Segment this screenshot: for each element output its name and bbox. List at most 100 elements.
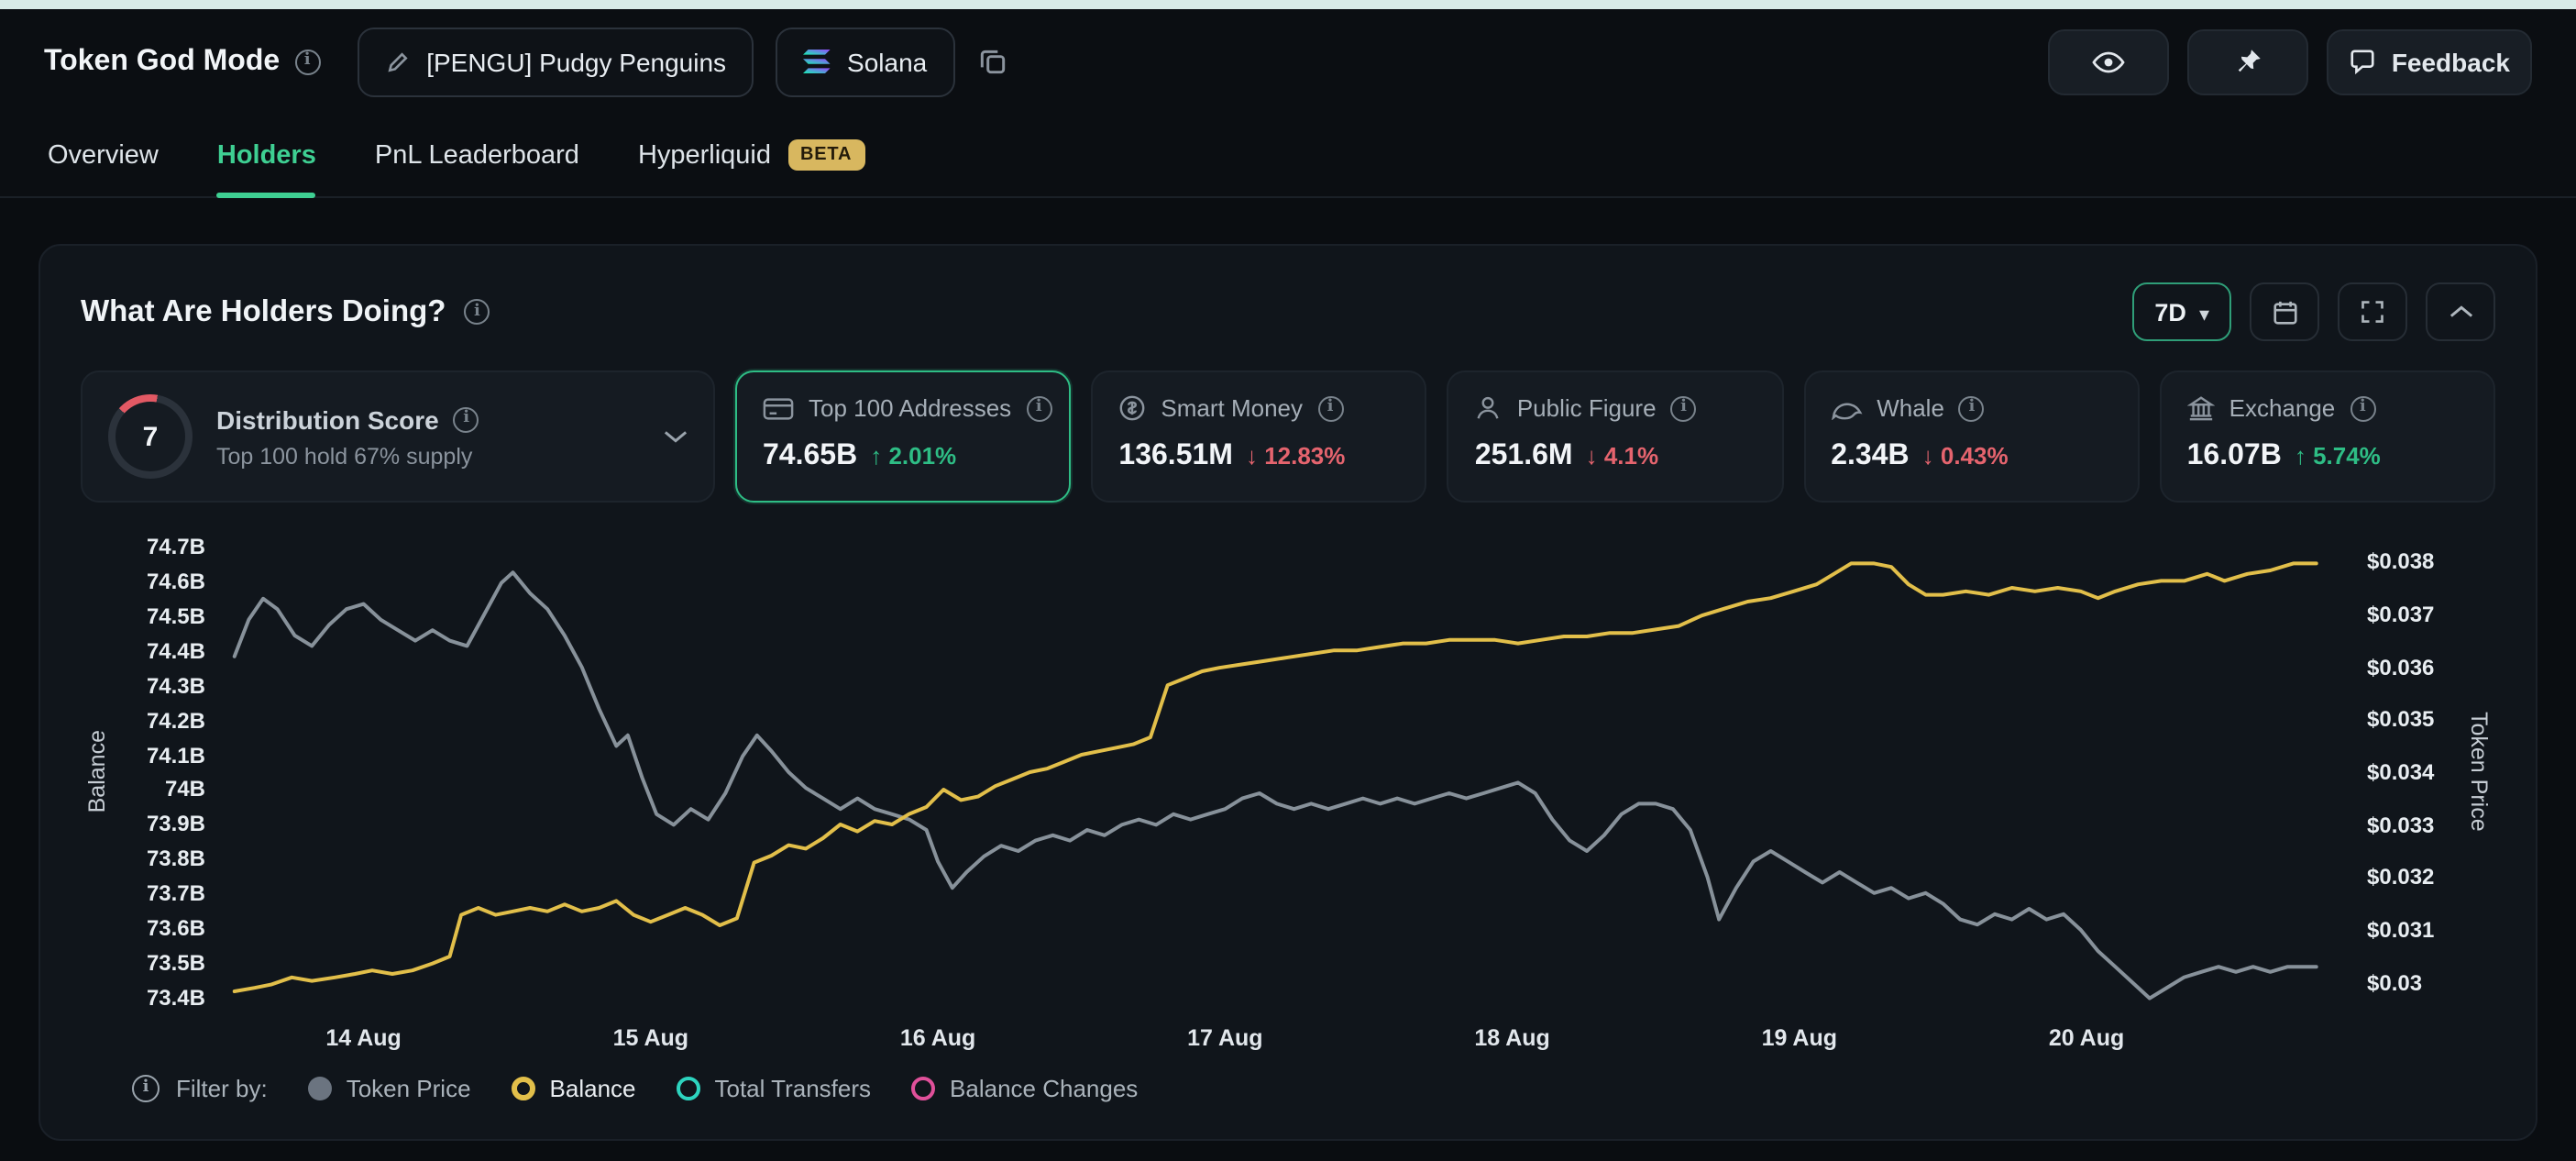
- chart-svg: [220, 536, 2345, 1009]
- x-axis-tick: 15 Aug: [581, 1025, 721, 1051]
- watchlist-button[interactable]: [2049, 28, 2170, 94]
- stat-change: ↑ 2.01%: [870, 442, 956, 470]
- calendar-icon: [2271, 298, 2298, 326]
- stat-value: 136.51M: [1118, 440, 1233, 473]
- time-range-selector[interactable]: 7D: [2132, 282, 2231, 341]
- tab-pnl-leaderboard[interactable]: PnL Leaderboard: [375, 114, 579, 196]
- calendar-button[interactable]: [2250, 282, 2319, 341]
- axis-tick: $0.031: [2367, 915, 2434, 945]
- balance-changes-dot-icon: [911, 1077, 935, 1100]
- stat-change: ↓ 0.43%: [1922, 442, 2009, 470]
- feedback-button[interactable]: Feedback: [2328, 28, 2532, 94]
- holders-panel: What Are Holders Doing? 7D: [39, 244, 2537, 1141]
- filter-balance-changes[interactable]: Balance Changes: [911, 1075, 1138, 1102]
- stat-value: 74.65B: [763, 440, 857, 473]
- smart-money-icon: [1118, 394, 1146, 422]
- solana-logo-icon: [803, 50, 831, 73]
- fullscreen-button[interactable]: [2338, 282, 2407, 341]
- filter-row: Filter by: Token Price Balance Total Tra…: [81, 1075, 2495, 1102]
- info-icon: [132, 1075, 160, 1102]
- axis-tick: 73.4B: [147, 984, 205, 1013]
- token-selector-pill[interactable]: [PENGU] Pudgy Penguins: [357, 27, 754, 96]
- info-icon: [294, 49, 320, 74]
- axis-tick: 73.8B: [147, 845, 205, 874]
- chevron-down-icon: [2199, 298, 2209, 326]
- stat-change: ↓ 12.83%: [1246, 442, 1345, 470]
- tab-overview[interactable]: Overview: [48, 114, 159, 196]
- feedback-label: Feedback: [2392, 47, 2510, 76]
- exchange-icon: [2187, 394, 2215, 422]
- axis-tick: $0.034: [2367, 757, 2434, 787]
- y-axis-left: 74.7B74.6B74.5B74.4B74.3B74.2B74.1B74B73…: [114, 536, 220, 1009]
- holders-chart: Balance 74.7B74.6B74.5B74.4B74.3B74.2B74…: [81, 536, 2495, 1056]
- axis-tick: 74.1B: [147, 740, 205, 769]
- axis-tick: $0.038: [2367, 547, 2434, 577]
- token-pill-label: [PENGU] Pudgy Penguins: [426, 47, 726, 76]
- copy-icon[interactable]: [976, 46, 1007, 77]
- stats-row: 7 Distribution Score Top 100 hold 67% su…: [81, 370, 2495, 503]
- tab-holders[interactable]: Holders: [217, 114, 316, 196]
- axis-tick: 73.5B: [147, 949, 205, 979]
- axis-tick: 73.9B: [147, 810, 205, 839]
- distribution-score-gauge: 7: [108, 394, 193, 479]
- header-actions: Feedback: [2049, 28, 2532, 94]
- stat-value: 16.07B: [2187, 440, 2282, 473]
- chat-icon: [2350, 48, 2377, 75]
- app: Token God Mode [PENGU] Pudgy Penguins So…: [0, 0, 2576, 1161]
- stat-card-top-100-addresses[interactable]: Top 100 Addresses 74.65B ↑ 2.01%: [735, 370, 1071, 503]
- collapse-button[interactable]: [2426, 282, 2495, 341]
- x-axis-tick: 16 Aug: [868, 1025, 1007, 1051]
- tab-bar: Overview Holders PnL Leaderboard Hyperli…: [0, 114, 2576, 198]
- panel-header: What Are Holders Doing? 7D: [81, 282, 2495, 341]
- axis-tick: 74.6B: [147, 566, 205, 595]
- info-icon: [1317, 395, 1343, 421]
- y-axis-left-title: Balance: [81, 536, 114, 1009]
- stat-value: 251.6M: [1475, 440, 1573, 473]
- tab-hyperliquid[interactable]: Hyperliquid BETA: [638, 114, 864, 196]
- chain-selector-pill[interactable]: Solana: [776, 27, 954, 96]
- total-transfers-dot-icon: [677, 1077, 700, 1100]
- y-axis-right-title: Token Price: [2462, 536, 2495, 1009]
- axis-tick: $0.036: [2367, 652, 2434, 681]
- plot-area: [220, 536, 2345, 1009]
- distribution-score-value: 7: [108, 394, 193, 479]
- chevron-up-icon: [2449, 304, 2472, 319]
- x-axis-tick: 20 Aug: [2017, 1025, 2156, 1051]
- card-icon: [763, 395, 794, 421]
- stat-card-public-figure[interactable]: Public Figure 251.6M ↓ 4.1%: [1448, 370, 1783, 503]
- axis-tick: $0.037: [2367, 600, 2434, 629]
- filter-token-price[interactable]: Token Price: [308, 1075, 471, 1102]
- balance-line: [235, 563, 2317, 991]
- stat-card-exchange[interactable]: Exchange 16.07B ↑ 5.74%: [2160, 370, 2495, 503]
- time-range-value: 7D: [2154, 298, 2186, 326]
- token-price-line: [235, 572, 2317, 998]
- expand-icon: [2360, 299, 2385, 325]
- axis-tick: 74.4B: [147, 636, 205, 665]
- axis-tick: $0.03: [2367, 968, 2422, 997]
- distribution-score-subtitle: Top 100 hold 67% supply: [216, 443, 640, 469]
- chain-pill-label: Solana: [847, 47, 927, 76]
- stat-card-whale[interactable]: Whale 2.34B ↓ 0.43%: [1803, 370, 2139, 503]
- public-figure-icon: [1475, 394, 1503, 422]
- y-axis-right: $0.038$0.037$0.036$0.035$0.034$0.033$0.0…: [2345, 536, 2462, 1009]
- axis-tick: 74.5B: [147, 601, 205, 630]
- axis-tick: 74.7B: [147, 531, 205, 560]
- info-icon: [2350, 395, 2375, 421]
- stat-card-smart-money[interactable]: Smart Money 136.51M ↓ 12.83%: [1091, 370, 1426, 503]
- filter-total-transfers[interactable]: Total Transfers: [677, 1075, 872, 1102]
- filter-balance[interactable]: Balance: [512, 1075, 636, 1102]
- axis-tick: 74.3B: [147, 670, 205, 700]
- axis-tick: 73.6B: [147, 914, 205, 944]
- x-axis-tick: 18 Aug: [1443, 1025, 1582, 1051]
- stat-value: 2.34B: [1831, 440, 1909, 473]
- page-title: Token God Mode: [44, 45, 280, 78]
- distribution-score-title: Distribution Score: [216, 404, 439, 434]
- balance-dot-icon: [512, 1077, 535, 1100]
- x-axis-tick: 19 Aug: [1730, 1025, 1869, 1051]
- axis-tick: 73.7B: [147, 879, 205, 909]
- distribution-score-card[interactable]: 7 Distribution Score Top 100 hold 67% su…: [81, 370, 715, 503]
- filter-by-label: Filter by:: [176, 1075, 268, 1102]
- pin-button[interactable]: [2188, 28, 2309, 94]
- panel-title: What Are Holders Doing?: [81, 294, 446, 329]
- axis-tick: 74B: [165, 775, 205, 804]
